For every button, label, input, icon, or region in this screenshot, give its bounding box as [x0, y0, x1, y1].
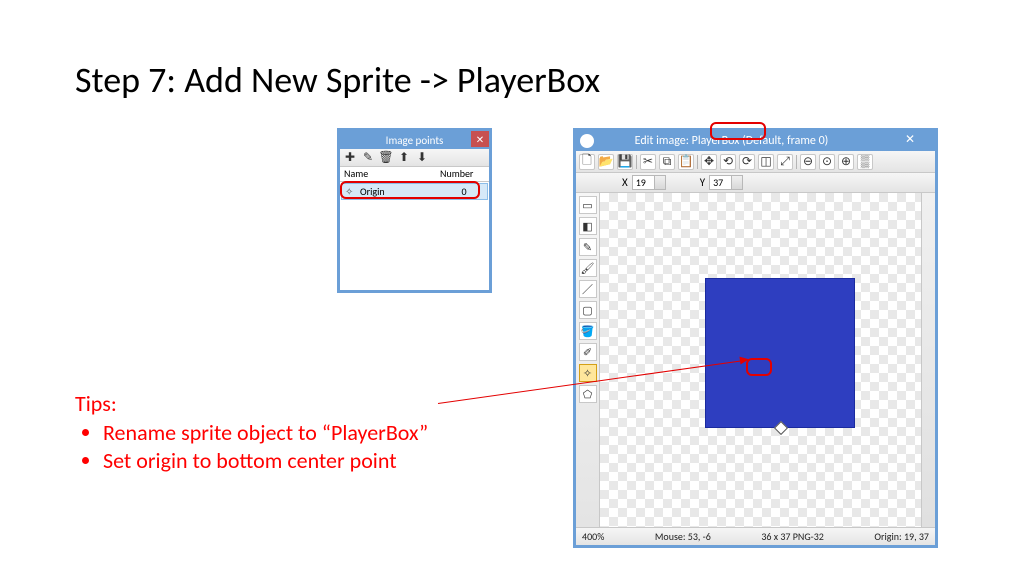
image-points-headers: Name Number — [340, 167, 489, 182]
slide-title: Step 7: Add New Sprite -> PlayerBox — [75, 58, 600, 102]
save-icon[interactable]: 💾 — [617, 154, 633, 170]
resize-icon[interactable]: ⤢ — [777, 154, 793, 170]
status-bar: 400% Mouse: 53, -6 36 x 37 PNG-32 Origin… — [576, 527, 935, 545]
gear-icon — [580, 134, 594, 148]
point-number: 0 — [444, 185, 484, 198]
tip-item: Set origin to bottom center point — [103, 447, 428, 474]
sprite-rectangle — [705, 278, 855, 428]
close-icon: ✕ — [476, 133, 484, 146]
rotate-ccw-icon[interactable]: ⟲ — [720, 154, 736, 170]
separator — [796, 155, 797, 169]
new-icon[interactable]: 🗋 — [579, 154, 595, 170]
rect-tool[interactable]: ▢ — [579, 301, 597, 319]
header-number: Number — [440, 167, 485, 180]
zoom-out-icon[interactable]: ⊖ — [800, 154, 816, 170]
close-icon: ✕ — [905, 133, 915, 147]
left-toolbar: ▭ ◧ ✎ 🖌 ／ ▢ 🪣 ✐ ✧ ⬠ — [576, 193, 600, 527]
tips-label: Tips: — [75, 390, 428, 417]
image-points-window: Image points ✕ ✚ ✎ 🗑 ⬆ ⬇ Name Number ✧ O… — [337, 128, 492, 293]
xy-bar: X 19 Y 37 — [576, 173, 935, 193]
y-label: Y — [700, 176, 705, 189]
separator — [697, 155, 698, 169]
grid-icon[interactable]: ▒ — [857, 154, 873, 170]
rotate-cw-icon[interactable]: ⟳ — [739, 154, 755, 170]
editor-toolbar: 🗋 📂 💾 ✂ ⧉ 📋 ✥ ⟲ ⟳ ◫ ⤢ ⊖ ⊙ ⊕ ▒ — [576, 151, 935, 173]
header-name: Name — [344, 167, 440, 180]
move-icon[interactable]: ✥ — [701, 154, 717, 170]
tips-block: Tips: Rename sprite object to “PlayerBox… — [75, 390, 428, 475]
separator — [636, 155, 637, 169]
x-label: X — [622, 176, 628, 189]
canvas[interactable] — [600, 193, 921, 527]
editor-area: ▭ ◧ ✎ 🖌 ／ ▢ 🪣 ✐ ✧ ⬠ — [576, 193, 935, 527]
y-input[interactable]: 37 — [709, 175, 743, 190]
delete-icon[interactable]: 🗑 — [379, 151, 393, 165]
x-input[interactable]: 19 — [632, 175, 666, 190]
line-tool[interactable]: ／ — [579, 280, 597, 298]
scrollbar[interactable] — [921, 193, 935, 527]
point-name: Origin — [360, 185, 444, 198]
close-button[interactable]: ✕ — [905, 132, 935, 150]
status-origin: Origin: 19, 37 — [874, 530, 929, 543]
brush-tool[interactable]: 🖌 — [579, 259, 597, 277]
zoom-in-icon[interactable]: ⊕ — [838, 154, 854, 170]
eyedropper-tool[interactable]: ✐ — [579, 343, 597, 361]
edit-icon[interactable]: ✎ — [361, 151, 375, 165]
fill-tool[interactable]: 🪣 — [579, 322, 597, 340]
status-size: 36 x 37 PNG-32 — [761, 530, 824, 543]
origin-icon: ✧ — [345, 185, 357, 198]
image-point-row[interactable]: ✧ Origin 0 — [341, 183, 488, 200]
origin-tool[interactable]: ✧ — [579, 364, 597, 382]
select-tool[interactable]: ▭ — [579, 196, 597, 214]
image-points-toolbar: ✚ ✎ 🗑 ⬆ ⬇ — [340, 149, 489, 167]
eraser-tool[interactable]: ◧ — [579, 217, 597, 235]
open-icon[interactable]: 📂 — [598, 154, 614, 170]
zoom-reset-icon[interactable]: ⊙ — [819, 154, 835, 170]
edit-image-window: Edit image: PlayerBox (Default, frame 0)… — [573, 128, 938, 548]
pencil-tool[interactable]: ✎ — [579, 238, 597, 256]
crop-icon[interactable]: ◫ — [758, 154, 774, 170]
titlebar: Edit image: PlayerBox (Default, frame 0)… — [576, 131, 935, 151]
close-button[interactable]: ✕ — [471, 131, 489, 147]
down-icon[interactable]: ⬇ — [415, 151, 429, 165]
window-title: Edit image: PlayerBox (Default, frame 0) — [598, 134, 905, 148]
copy-icon[interactable]: ⧉ — [659, 154, 675, 170]
paste-icon[interactable]: 📋 — [678, 154, 694, 170]
add-icon[interactable]: ✚ — [343, 151, 357, 165]
status-zoom: 400% — [582, 530, 604, 543]
cut-icon[interactable]: ✂ — [640, 154, 656, 170]
up-icon[interactable]: ⬆ — [397, 151, 411, 165]
window-title: Image points — [340, 134, 489, 147]
titlebar: Image points ✕ — [340, 131, 489, 149]
tip-item: Rename sprite object to “PlayerBox” — [103, 419, 428, 446]
status-mouse: Mouse: 53, -6 — [655, 530, 711, 543]
polygon-tool[interactable]: ⬠ — [579, 385, 597, 403]
